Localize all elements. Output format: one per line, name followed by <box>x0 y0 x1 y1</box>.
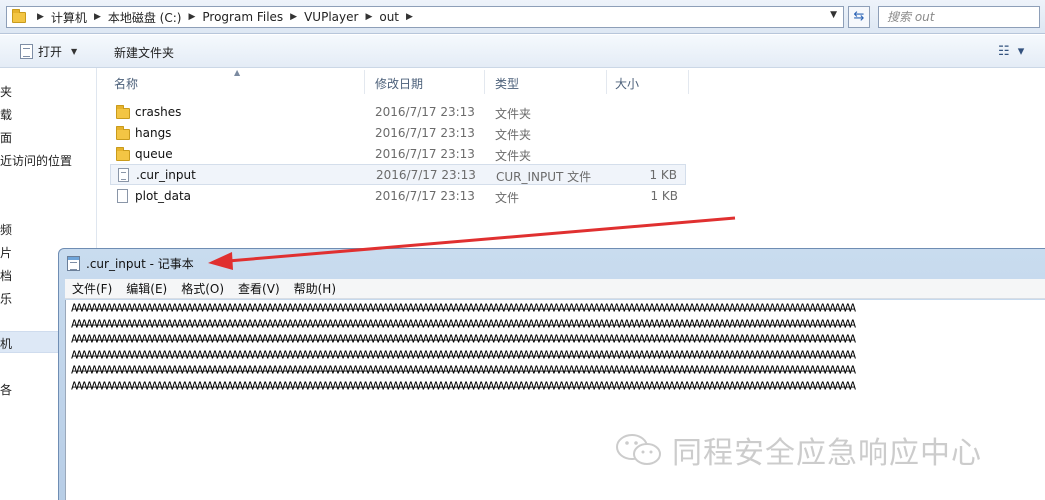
folder-icon <box>116 126 130 140</box>
watermark: 同程安全应急响应中心 <box>614 428 982 472</box>
breadcrumb-program-files[interactable]: Program Files <box>202 10 283 24</box>
column-header-type[interactable]: 类型 <box>495 75 519 92</box>
file-name: .cur_input <box>136 168 196 182</box>
nav-item-pictures[interactable]: 片 <box>0 244 12 261</box>
file-row-cur-input[interactable]: .cur_input 2016/7/17 23:13 CUR_INPUT 文件 … <box>110 164 686 185</box>
menu-format[interactable]: 格式(O) <box>174 280 231 297</box>
notepad-icon <box>67 256 80 271</box>
file-date: 2016/7/17 23:13 <box>375 147 475 161</box>
nav-item-network[interactable]: 各 <box>0 381 12 398</box>
address-bar[interactable]: ▶ 计算机 ▶ 本地磁盘 (C:) ▶ Program Files ▶ VUPl… <box>6 6 844 28</box>
file-icon <box>117 189 128 203</box>
nav-item-desktop[interactable]: 面 <box>0 129 12 146</box>
nav-item-music[interactable]: 乐 <box>0 290 12 307</box>
file-row-plot-data[interactable]: plot_data 2016/7/17 23:13 文件 1 KB <box>110 186 686 207</box>
text-line: AAAAAAAAAAAAAAAAAAAAAAAAAAAAAAAAAAAAAAAA… <box>71 332 856 346</box>
watermark-text: 同程安全应急响应中心 <box>672 436 982 471</box>
file-type: 文件夹 <box>495 107 532 121</box>
file-list: ▲ 名称 修改日期 类型 大小 crashes 2016/7/17 23:13 … <box>98 68 1045 248</box>
file-type: 文件 <box>495 191 520 205</box>
file-date: 2016/7/17 23:13 <box>375 105 475 119</box>
folder-icon <box>12 8 26 23</box>
command-bar: 打开 ▼ 新建文件夹 ☷ ▾ <box>0 35 1045 68</box>
file-row-crashes[interactable]: crashes 2016/7/17 23:13 文件夹 <box>110 102 686 123</box>
folder-icon <box>116 147 130 161</box>
menu-edit[interactable]: 编辑(E) <box>119 280 174 297</box>
chevron-right-icon[interactable]: ▶ <box>37 12 44 22</box>
breadcrumb-vuplayer[interactable]: VUPlayer <box>304 10 358 24</box>
file-name: crashes <box>135 105 182 119</box>
column-divider[interactable] <box>606 70 607 94</box>
chevron-down-icon[interactable]: ▼ <box>830 10 837 20</box>
file-type: 文件夹 <box>495 149 532 163</box>
file-date: 2016/7/17 23:13 <box>376 168 476 182</box>
notepad-title: .cur_input - 记事本 <box>86 257 194 271</box>
column-header-size[interactable]: 大小 <box>615 75 639 92</box>
notepad-title-bar[interactable]: .cur_input - 记事本 <box>67 255 194 272</box>
menu-help[interactable]: 帮助(H) <box>287 280 343 297</box>
view-options-icon[interactable]: ☷ ▾ <box>998 44 1026 59</box>
column-divider[interactable] <box>364 70 365 94</box>
nav-item-videos[interactable]: 频 <box>0 221 12 238</box>
column-header-date[interactable]: 修改日期 <box>375 75 423 92</box>
chevron-right-icon[interactable]: ▶ <box>365 12 372 22</box>
file-date: 2016/7/17 23:13 <box>375 189 475 203</box>
column-divider[interactable] <box>484 70 485 94</box>
new-folder-button[interactable]: 新建文件夹 <box>114 44 174 61</box>
folder-icon <box>116 105 130 119</box>
address-bar-area: ▶ 计算机 ▶ 本地磁盘 (C:) ▶ Program Files ▶ VUPl… <box>0 0 1045 34</box>
search-input[interactable]: 搜索 out <box>878 6 1040 28</box>
wechat-logo-icon <box>616 434 661 465</box>
chevron-right-icon[interactable]: ▶ <box>290 12 297 22</box>
notepad-menu-bar: 文件(F) 编辑(E) 格式(O) 查看(V) 帮助(H) <box>65 279 1045 299</box>
text-file-icon <box>118 168 129 182</box>
breadcrumb-out[interactable]: out <box>379 10 399 24</box>
menu-file[interactable]: 文件(F) <box>65 280 119 297</box>
column-header-name[interactable]: 名称 <box>114 75 138 92</box>
text-line: AAAAAAAAAAAAAAAAAAAAAAAAAAAAAAAAAAAAAAAA… <box>71 301 856 315</box>
open-label: 打开 <box>38 45 63 59</box>
chevron-right-icon[interactable]: ▶ <box>406 12 413 22</box>
file-size: 1 KB <box>650 189 678 203</box>
open-button[interactable]: 打开 ▼ <box>20 43 77 60</box>
file-row-queue[interactable]: queue 2016/7/17 23:13 文件夹 <box>110 144 686 165</box>
chevron-right-icon[interactable]: ▶ <box>188 12 195 22</box>
breadcrumb-local-disk[interactable]: 本地磁盘 (C:) <box>108 9 182 26</box>
nav-item-downloads[interactable]: 载 <box>0 106 12 123</box>
file-name: plot_data <box>135 189 192 203</box>
file-date: 2016/7/17 23:13 <box>375 126 475 140</box>
menu-view[interactable]: 查看(V) <box>231 280 287 297</box>
file-type: CUR_INPUT 文件 <box>496 170 592 184</box>
text-line: AAAAAAAAAAAAAAAAAAAAAAAAAAAAAAAAAAAAAAAA… <box>71 348 856 361</box>
nav-item-documents[interactable]: 档 <box>0 267 12 284</box>
chevron-down-icon[interactable]: ▼ <box>71 47 77 56</box>
refresh-icon: ⇆ <box>853 9 865 24</box>
chevron-right-icon[interactable]: ▶ <box>94 12 101 22</box>
file-name: hangs <box>135 126 172 140</box>
file-name: queue <box>135 147 173 161</box>
text-line: AAAAAAAAAAAAAAAAAAAAAAAAAAAAAAAAAAAAAAAA… <box>71 379 856 392</box>
file-row-hangs[interactable]: hangs 2016/7/17 23:13 文件夹 <box>110 123 686 144</box>
sort-ascending-icon: ▲ <box>234 68 241 77</box>
open-icon <box>20 44 33 59</box>
column-divider[interactable] <box>688 70 689 94</box>
refresh-button[interactable]: ⇆ <box>848 6 870 28</box>
nav-item-favorites[interactable]: 夹 <box>0 83 12 100</box>
nav-item-recent-places[interactable]: 近访问的位置 <box>0 152 72 169</box>
breadcrumb-computer[interactable]: 计算机 <box>51 9 87 26</box>
text-line: AAAAAAAAAAAAAAAAAAAAAAAAAAAAAAAAAAAAAAAA… <box>71 363 856 377</box>
text-line: AAAAAAAAAAAAAAAAAAAAAAAAAAAAAAAAAAAAAAAA… <box>71 317 856 330</box>
file-size: 1 KB <box>649 168 677 182</box>
file-type: 文件夹 <box>495 128 532 142</box>
